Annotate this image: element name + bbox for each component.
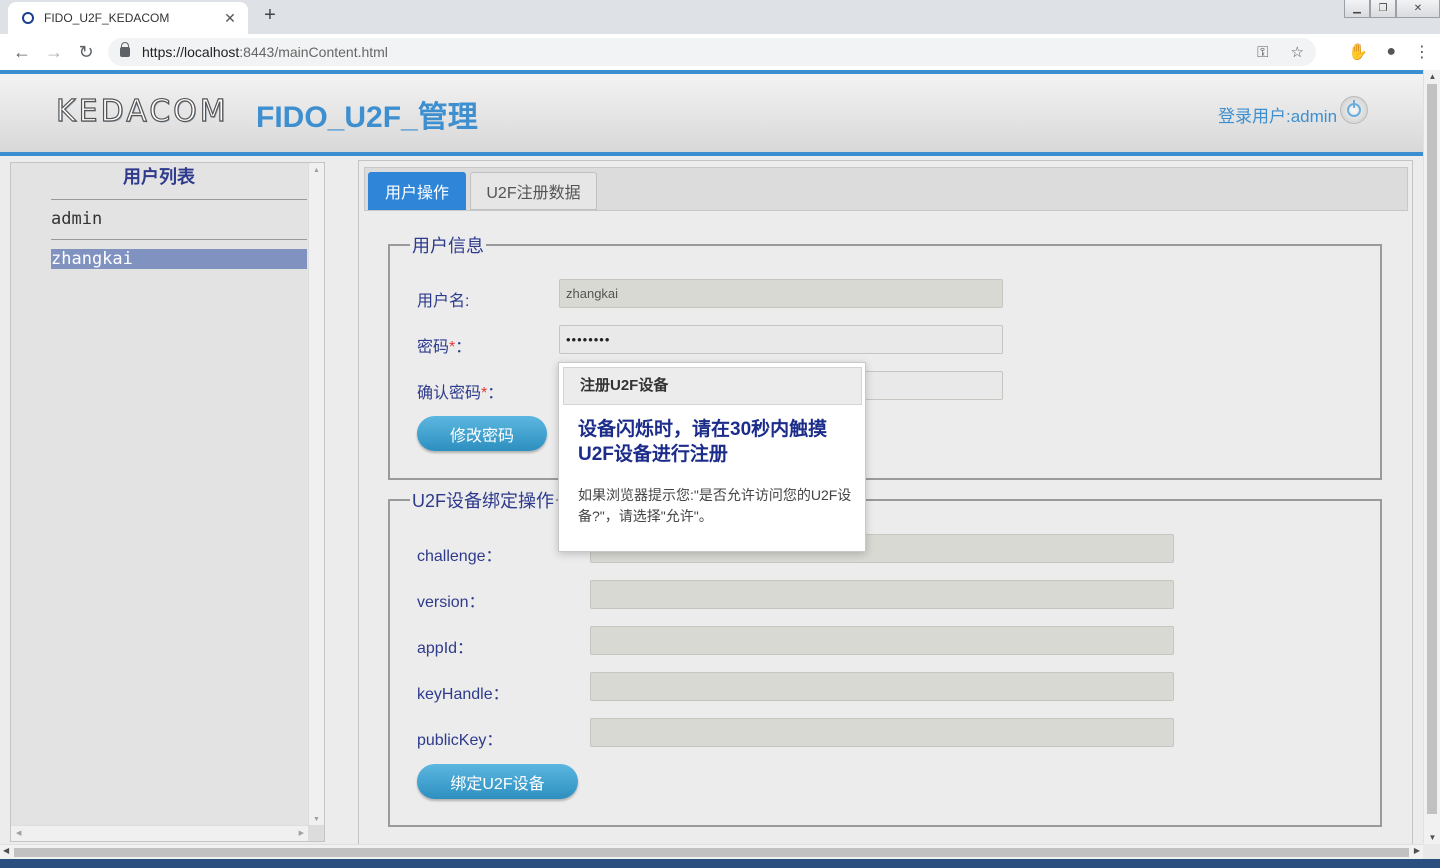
user-info-legend: 用户信息	[412, 236, 484, 256]
menu-icon[interactable]: ⋮	[1414, 42, 1430, 62]
page-scroll-down-icon[interactable]: ▼	[1424, 833, 1440, 842]
app-header: KEDACOM FIDO_U2F_管理 登录用户:admin	[0, 70, 1423, 156]
tab-user-operations[interactable]: 用户操作	[368, 172, 466, 210]
os-taskbar	[0, 859, 1440, 868]
page-vscroll[interactable]: ▲ ▼	[1423, 70, 1440, 844]
bind-u2f-button[interactable]: 绑定U2F设备	[417, 764, 578, 799]
close-tab-icon[interactable]: ✕	[222, 10, 238, 27]
page-vscroll-thumb[interactable]	[1427, 84, 1437, 814]
keyhandle-label: keyHandle：	[417, 686, 509, 703]
reload-icon[interactable]: ↻	[70, 42, 102, 63]
address-bar[interactable]: https://localhost:8443/mainContent.html …	[108, 38, 1316, 66]
user-item-zhangkai[interactable]: zhangkai	[51, 249, 307, 269]
scroll-down-icon[interactable]: ▼	[313, 816, 320, 823]
scroll-right-icon[interactable]: ▶	[299, 829, 304, 837]
version-field[interactable]	[590, 580, 1174, 609]
page-scroll-left-icon[interactable]: ◀	[3, 846, 9, 855]
username-label: 用户名:	[417, 293, 470, 310]
logout-button[interactable]	[1340, 96, 1368, 124]
minimize-icon[interactable]: ▁	[1344, 0, 1370, 18]
close-window-icon[interactable]: ✕	[1396, 0, 1440, 18]
page-content: KEDACOM FIDO_U2F_管理 登录用户:admin 用户列表 admi…	[0, 70, 1423, 844]
publickey-field[interactable]	[590, 718, 1174, 747]
user-list-hscroll[interactable]: ◀ ▶	[11, 825, 309, 841]
page-hscroll[interactable]: ◀ ▶	[0, 844, 1423, 859]
key-icon[interactable]: ⚿	[1257, 44, 1268, 61]
keyhandle-field[interactable]	[590, 672, 1174, 701]
username-field[interactable]: zhangkai	[559, 279, 1003, 308]
user-list-title: 用户列表	[123, 167, 195, 187]
url-text: https://localhost:8443/mainContent.html	[142, 44, 388, 60]
forward-icon[interactable]: →	[38, 42, 70, 63]
bookmark-star-icon[interactable]: ☆	[1291, 43, 1304, 61]
password-label: 密码*：	[417, 339, 472, 356]
lock-icon	[120, 42, 130, 57]
register-u2f-dialog: 注册U2F设备 设备闪烁时，请在30秒内触摸U2F设备进行注册 如果浏览器提示您…	[558, 362, 866, 552]
dialog-message: 设备闪烁时，请在30秒内触摸U2F设备进行注册	[578, 419, 828, 465]
browser-tabstrip: FIDO_U2F_KEDACOM ✕ + ▁ ❐ ✕	[0, 0, 1440, 34]
publickey-label: publicKey：	[417, 732, 503, 749]
window-controls: ▁ ❐ ✕	[1344, 0, 1440, 18]
u2f-bind-legend: U2F设备绑定操作	[412, 491, 555, 511]
dialog-title: 注册U2F设备	[563, 367, 862, 405]
app-title: FIDO_U2F_管理	[256, 101, 478, 134]
user-list: admin zhangkai	[51, 199, 307, 269]
power-icon	[1347, 100, 1361, 117]
page-scroll-right-icon[interactable]: ▶	[1414, 846, 1420, 855]
dialog-note: 如果浏览器提示您:"是否允许访问您的U2F设备?"，请选择"允许"。	[578, 487, 852, 524]
user-list-panel: 用户列表 admin zhangkai ▲ ▼ ◀ ▶	[10, 162, 325, 842]
browser-toolbar: ← → ↻ https://localhost:8443/mainContent…	[0, 34, 1440, 70]
tab-bar: 用户操作 U2F注册数据	[364, 167, 1408, 211]
challenge-label: challenge：	[417, 548, 502, 565]
change-password-button[interactable]: 修改密码	[417, 416, 547, 451]
version-label: version：	[417, 594, 485, 611]
scroll-corner	[308, 825, 324, 841]
user-list-vscroll[interactable]: ▲ ▼	[308, 163, 324, 827]
scroll-up-icon[interactable]: ▲	[313, 167, 320, 174]
page-hscroll-thumb[interactable]	[14, 848, 1409, 857]
appid-label: appId：	[417, 640, 474, 657]
new-tab-icon[interactable]: +	[258, 4, 282, 27]
browser-tab-title: FIDO_U2F_KEDACOM	[44, 11, 170, 25]
appid-field[interactable]	[590, 626, 1174, 655]
tab-u2f-registration-data[interactable]: U2F注册数据	[470, 172, 597, 210]
browser-tab[interactable]: FIDO_U2F_KEDACOM ✕	[8, 2, 248, 34]
restore-icon[interactable]: ❐	[1370, 0, 1396, 18]
profile-icon[interactable]: ●	[1386, 43, 1396, 61]
user-item-admin[interactable]: admin	[51, 199, 307, 239]
login-user: 登录用户:admin	[1218, 107, 1338, 126]
back-icon[interactable]: ←	[6, 42, 38, 63]
confirm-password-label: 确认密码*：	[417, 385, 504, 402]
kedacom-logo: KEDACOM	[55, 93, 229, 129]
loading-icon	[22, 12, 34, 24]
page-scroll-up-icon[interactable]: ▲	[1424, 72, 1440, 81]
password-field[interactable]: ••••••••	[559, 325, 1003, 354]
extension-icon[interactable]: ✋	[1348, 42, 1368, 62]
scroll-left-icon[interactable]: ◀	[16, 829, 21, 837]
